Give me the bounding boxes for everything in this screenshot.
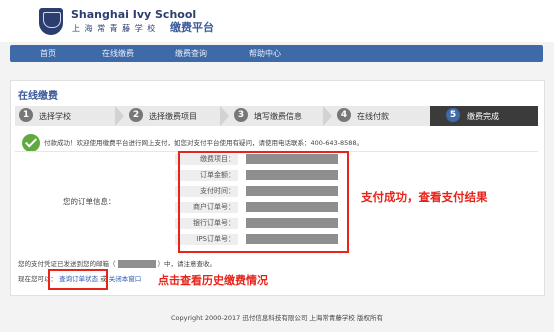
step-label: 填写缴费信息 — [254, 112, 302, 121]
step-label: 选择缴费项目 — [149, 112, 197, 121]
step-label: 缴费完成 — [467, 112, 499, 121]
step-number: 1 — [19, 108, 33, 122]
email-notice: 您的支付凭证已发送到您的邮箱（ ）中，请注意查收。 — [18, 258, 216, 268]
nav-item-online-payment[interactable]: 在线缴费 — [102, 48, 134, 59]
step-number: 4 — [337, 108, 351, 122]
order-info-label: 您的订单信息： — [63, 197, 116, 206]
highlight-box-order-link — [48, 269, 108, 290]
panel-title: 在线缴费 — [18, 91, 58, 102]
header: Shanghai Ivy School 上 海 常 青 藤 学 校 缴费平台 — [0, 0, 554, 42]
step-progress: 1 选择学校 2 选择缴费项目 3 填写缴费信息 4 在线付款 5 缴费完成 — [15, 106, 538, 126]
email-redacted — [117, 260, 156, 268]
school-name-cn: 上 海 常 青 藤 学 校 — [72, 24, 157, 33]
chevron-right-icon — [115, 106, 124, 126]
nav-item-payment-query[interactable]: 缴费查询 — [175, 48, 207, 59]
step-label: 选择学校 — [39, 112, 71, 121]
email-notice-suffix: ）中，请注意查收。 — [157, 260, 217, 268]
nav-item-help[interactable]: 帮助中心 — [249, 48, 281, 59]
footer-copyright: Copyright 2000-2017 迅付信息科技有限公司 上海常青藤学校 版… — [171, 314, 383, 322]
close-window-link[interactable]: 关闭本窗口 — [109, 275, 142, 283]
step-5-active: 5 缴费完成 — [430, 106, 538, 126]
email-notice-prefix: 您的支付凭证已发送到您的邮箱（ — [18, 260, 116, 268]
nav-item-home[interactable]: 首页 — [40, 48, 56, 59]
step-number: 5 — [446, 108, 460, 122]
success-message: 付款成功！欢迎使用缴费平台进行网上支付，如您对支付平台使用有疑问，请使用电话联系… — [44, 139, 364, 147]
step-number: 3 — [234, 108, 248, 122]
chevron-right-icon — [323, 106, 332, 126]
step-label: 在线付款 — [357, 112, 389, 121]
step-number: 2 — [129, 108, 143, 122]
main-nav: 首页 在线缴费 缴费查询 帮助中心 — [10, 45, 543, 62]
success-check-icon — [22, 134, 40, 152]
school-logo — [39, 8, 63, 35]
chevron-right-icon — [220, 106, 229, 126]
platform-title: 缴费平台 — [170, 21, 214, 34]
payment-panel: 在线缴费 1 选择学校 2 选择缴费项目 3 填写缴费信息 4 在线付款 5 缴… — [10, 80, 545, 296]
annotation-payment-success: 支付成功，查看支付结果 — [361, 190, 488, 204]
annotation-view-history: 点击查看历史缴费情况 — [158, 274, 268, 287]
highlight-box-order-info — [178, 151, 349, 253]
